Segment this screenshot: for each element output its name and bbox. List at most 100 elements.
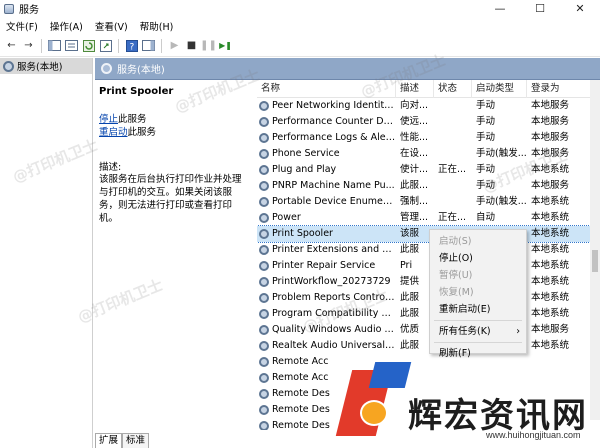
service-description-cell: 向对... [400,100,429,111]
column-header-status[interactable]: 状态 [434,80,472,98]
service-gear-icon [259,325,269,335]
service-gear-icon [259,373,269,383]
service-startup-type-cell: 自动 [476,212,496,223]
service-status-cell [434,146,472,162]
context-menu-stop[interactable]: 停止(O) [430,250,526,267]
service-gear-icon [259,261,269,271]
context-menu-refresh[interactable]: 刷新(F) [430,345,526,362]
export-list-icon[interactable] [98,38,113,53]
minimize-button[interactable]: — [480,0,520,17]
service-name-cell: Power [257,210,396,226]
service-gear-icon [259,309,269,319]
tree-item-services-local[interactable]: 服务(本地) [0,58,92,74]
service-name-text: Printer Repair Service [272,260,376,271]
service-name-text: Power [272,212,301,223]
extended-description-panel: Print Spooler 停止此服务 重启动此服务 描述: 该服务在后台执行打… [95,80,250,430]
console-tree-icon[interactable] [47,38,62,53]
service-row[interactable]: Performance Counter DL... 使远... 手动 本地服务 [257,114,600,130]
maximize-button[interactable]: ☐ [520,0,560,17]
menu-help[interactable]: 帮助(H) [134,19,180,33]
restart-service-suffix: 此服务 [127,127,157,138]
service-name-cell: Print Spooler [257,226,396,242]
service-startup-type-cell: 手动 [476,116,496,127]
service-name-text: Plug and Play [272,164,337,175]
context-menu-start[interactable]: 启动(S) [430,233,526,250]
service-name-cell: PNRP Machine Name Pu... [257,178,396,194]
service-gear-icon [259,277,269,287]
context-menu: 启动(S) 停止(O) 暂停(U) 恢复(M) 重新启动(E) 所有任务(K) … [429,229,527,359]
tab-standard[interactable]: 标准 [122,433,150,448]
service-row[interactable]: PNRP Machine Name Pu... 此服... 手动 本地服务 [257,178,600,194]
forward-icon[interactable]: → [21,38,36,53]
service-name-cell: Performance Counter DL... [257,114,396,130]
service-startup-type-cell: 手动 [476,100,496,111]
service-description-cell: 强制... [400,196,429,207]
service-gear-icon [259,245,269,255]
service-name-cell: Printer Extensions and N... [257,242,396,258]
context-menu-divider [434,320,522,321]
service-description-cell: 性能... [400,132,429,143]
scrollbar-thumb[interactable] [592,250,598,272]
help-icon[interactable]: ? [124,38,139,53]
menu-file[interactable]: 文件(F) [0,19,44,33]
service-gear-icon [259,357,269,367]
service-row[interactable]: Power 管理... 正在... 自动 本地系统 [257,210,600,226]
close-button[interactable]: ✕ [560,0,600,17]
service-name-cell: Performance Logs & Aler... [257,130,396,146]
context-menu-pause[interactable]: 暂停(U) [430,267,526,284]
service-name-text: Performance Counter DL... [272,116,396,127]
refresh-icon[interactable] [81,38,96,53]
service-status-cell [434,114,472,130]
toolbar: ← → ? ▶ ■ ❚❚ ▶❚ [0,35,600,57]
service-row[interactable]: Performance Logs & Aler... 性能... 手动 本地服务 [257,130,600,146]
service-gear-icon [259,229,269,239]
show-hide-pane-icon[interactable] [141,38,156,53]
service-name-text: Peer Networking Identity... [272,100,396,111]
service-description-cell: 在设... [400,148,429,159]
pause-service-icon[interactable]: ❚❚ [200,38,217,53]
stop-service-icon[interactable]: ■ [184,38,199,53]
tree-item-label: 服务(本地) [17,62,63,73]
context-menu-resume[interactable]: 恢复(M) [430,284,526,301]
service-status-cell [434,194,472,210]
back-icon[interactable]: ← [4,38,19,53]
toolbar-divider [161,38,162,53]
service-row[interactable]: Peer Networking Identity... 向对... 手动 本地服务 [257,98,600,114]
service-startup-type-cell: 手动(触发... [476,196,527,207]
start-service-icon[interactable]: ▶ [167,38,182,53]
services-app-icon [4,3,14,14]
description-label: 描述: [99,162,122,173]
service-gear-icon [259,133,269,143]
service-status-cell: 正在... [438,164,467,175]
context-menu-divider [434,342,522,343]
orange-icon [360,400,388,426]
context-menu-restart[interactable]: 重新启动(E) [430,301,526,318]
window-controls: — ☐ ✕ [480,0,600,17]
service-gear-icon [259,389,269,399]
service-gear-icon [259,405,269,415]
svg-text:?: ? [129,42,134,52]
service-description-cell: 使计... [400,164,429,175]
service-gear-icon [259,149,269,159]
properties-icon[interactable] [64,38,79,53]
brand-overlay: 辉宏资讯网 www.huihongjituan.com [335,362,600,448]
column-header-startup-type[interactable]: 启动类型 [472,80,527,98]
restart-service-icon[interactable]: ▶❚ [218,38,233,53]
tab-extended[interactable]: 扩展 [95,433,123,448]
service-name-cell: Realtek Audio Universal ... [257,338,396,354]
service-name-cell: Portable Device Enumera... [257,194,396,210]
restart-service-link[interactable]: 重启动 [99,127,128,138]
service-row[interactable]: Portable Device Enumera... 强制... 手动(触发... 本… [257,194,600,210]
menu-view[interactable]: 查看(V) [89,19,134,33]
service-startup-type-cell: 手动(触发... [476,148,527,159]
service-name-text: Printer Extensions and N... [272,244,396,255]
menu-action[interactable]: 操作(A) [44,19,89,33]
service-name-text: Remote Acc [272,356,329,367]
service-name-cell: Plug and Play [257,162,396,178]
services-gear-icon [101,63,112,74]
service-gear-icon [259,117,269,127]
service-gear-icon [259,341,269,351]
services-gear-icon [3,60,14,72]
context-menu-all-tasks[interactable]: 所有任务(K) › [430,323,526,340]
service-name-text: Remote Acc [272,372,329,383]
